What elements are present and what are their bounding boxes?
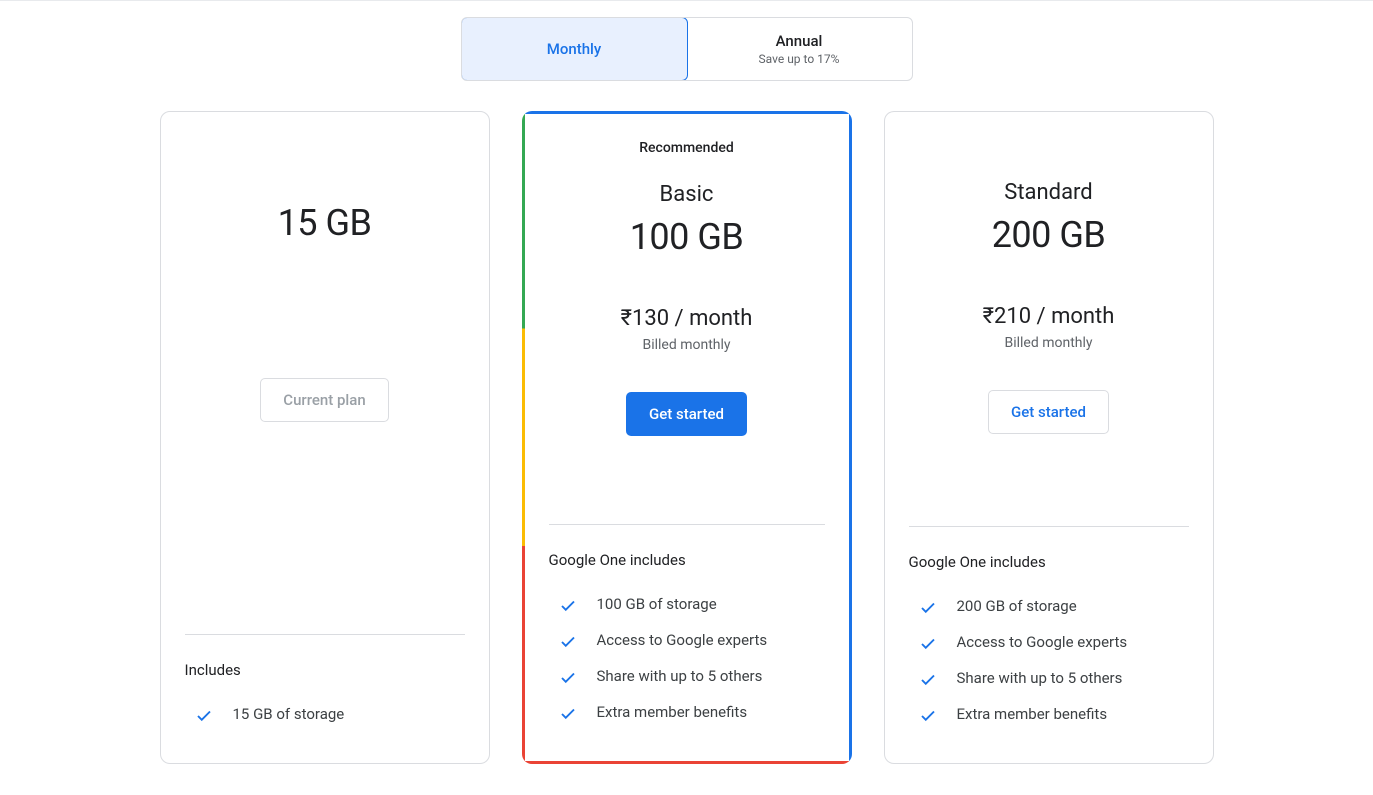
- pricing-container: Monthly Annual Save up to 17% 15 GB Curr…: [0, 1, 1373, 764]
- check-icon: [559, 633, 577, 651]
- plan-billed: Billed monthly: [549, 337, 825, 353]
- check-icon: [919, 671, 937, 689]
- feature-text: Extra member benefits: [957, 705, 1108, 723]
- feature-list: 200 GB of storage Access to Google exper…: [909, 589, 1189, 733]
- check-icon: [559, 669, 577, 687]
- current-plan-button: Current plan: [260, 378, 388, 422]
- feature-text: 100 GB of storage: [597, 595, 717, 613]
- feature-item: Extra member benefits: [909, 697, 1189, 733]
- plans-row: 15 GB Current plan Includes 15 GB of: [0, 111, 1373, 764]
- plan-card-standard: Standard 200 GB ₹210 / month Billed mont…: [884, 111, 1214, 764]
- feature-text: 15 GB of storage: [233, 705, 345, 723]
- plan-storage: 200 GB: [909, 214, 1189, 256]
- feature-item: 15 GB of storage: [185, 697, 465, 733]
- feature-list: 100 GB of storage Access to Google exper…: [549, 587, 825, 731]
- plan-card-free: 15 GB Current plan Includes 15 GB of: [160, 111, 490, 764]
- check-icon: [559, 705, 577, 723]
- feature-item: 100 GB of storage: [549, 587, 825, 623]
- includes-label: Google One includes: [909, 553, 1189, 571]
- toggle-annual[interactable]: Annual Save up to 17%: [687, 18, 912, 80]
- feature-item: Extra member benefits: [549, 695, 825, 731]
- check-icon: [919, 707, 937, 725]
- feature-item: Share with up to 5 others: [549, 659, 825, 695]
- check-icon: [559, 597, 577, 615]
- get-started-button[interactable]: Get started: [988, 390, 1109, 434]
- includes-label: Includes: [185, 661, 465, 679]
- plan-price: ₹130 / month: [549, 306, 825, 331]
- billing-toggle: Monthly Annual Save up to 17%: [461, 17, 913, 81]
- check-icon: [919, 599, 937, 617]
- toggle-monthly[interactable]: Monthly: [461, 17, 688, 81]
- feature-text: 200 GB of storage: [957, 597, 1077, 615]
- check-icon: [919, 635, 937, 653]
- feature-item: Access to Google experts: [549, 623, 825, 659]
- feature-item: Share with up to 5 others: [909, 661, 1189, 697]
- feature-text: Access to Google experts: [957, 633, 1128, 651]
- feature-item: 200 GB of storage: [909, 589, 1189, 625]
- feature-text: Share with up to 5 others: [957, 669, 1123, 687]
- feature-list: 15 GB of storage: [185, 697, 465, 733]
- plan-billed: Billed monthly: [909, 335, 1189, 351]
- plan-name: Basic: [549, 182, 825, 210]
- plan-badge: [909, 138, 1189, 158]
- feature-item: Access to Google experts: [909, 625, 1189, 661]
- recommended-badge: Recommended: [549, 140, 825, 160]
- toggle-monthly-label: Monthly: [547, 40, 601, 58]
- feature-text: Access to Google experts: [597, 631, 768, 649]
- toggle-annual-sub: Save up to 17%: [695, 52, 904, 66]
- check-icon: [195, 707, 213, 725]
- plan-name: Standard: [909, 180, 1189, 208]
- toggle-annual-label: Annual: [695, 32, 904, 50]
- plan-storage: 100 GB: [549, 216, 825, 258]
- feature-text: Share with up to 5 others: [597, 667, 763, 685]
- feature-text: Extra member benefits: [597, 703, 748, 721]
- plan-price: ₹210 / month: [909, 304, 1189, 329]
- get-started-button[interactable]: Get started: [626, 392, 747, 436]
- includes-label: Google One includes: [549, 551, 825, 569]
- plan-card-basic: Recommended Basic 100 GB ₹130 / month Bi…: [522, 111, 852, 764]
- plan-storage: 15 GB: [185, 202, 465, 244]
